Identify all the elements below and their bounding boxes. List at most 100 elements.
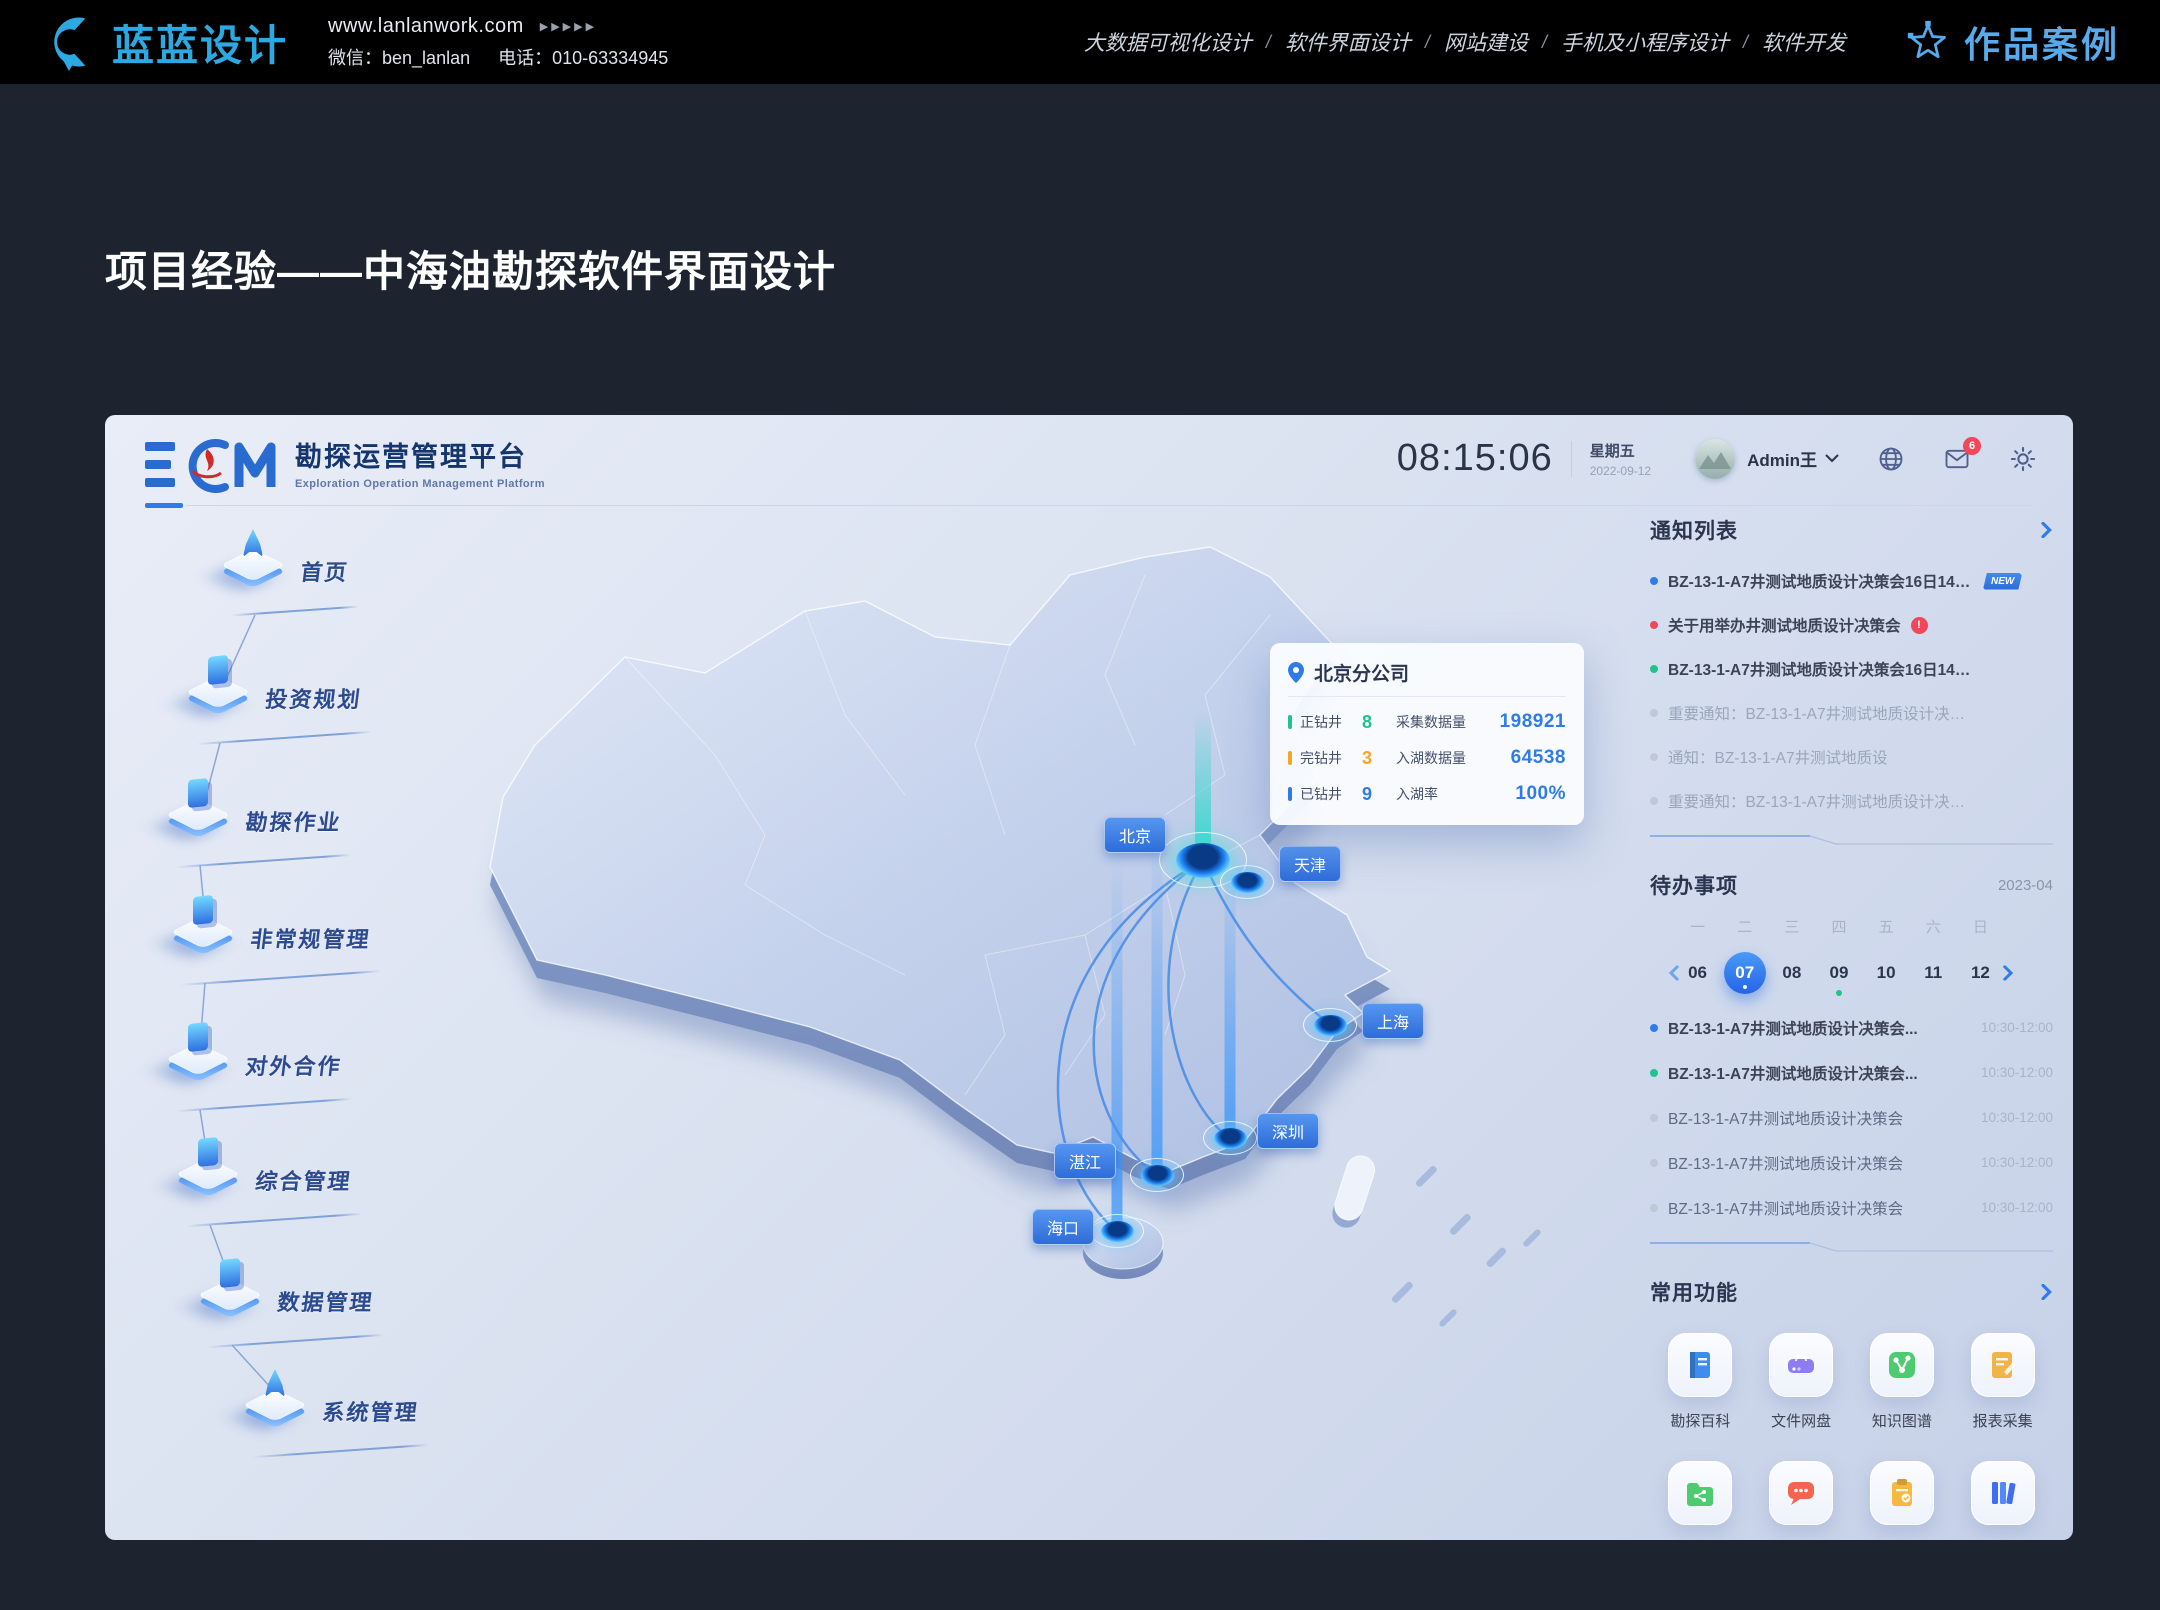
location-pin-icon xyxy=(1288,662,1304,683)
todo-dot xyxy=(1650,1114,1658,1122)
calendar-day[interactable]: 12 xyxy=(1957,951,2004,995)
chevron-right-icon[interactable] xyxy=(2041,1284,2053,1300)
todo-item[interactable]: BZ-13-1-A7井测试地质设计决策会... 10:30-12:00 xyxy=(1650,1005,2053,1050)
map-marker-tianjin[interactable] xyxy=(1220,865,1274,899)
sidebar-item-exploration-operations[interactable]: 勘探作业 xyxy=(155,783,341,849)
sidebar-item-unconventional-mgmt[interactable]: 非常规管理 xyxy=(160,900,370,966)
todo-item[interactable]: BZ-13-1-A7井测试地质设计决策会... 10:30-12:00 xyxy=(1650,1050,2053,1095)
function-case-library[interactable]: 案例库 xyxy=(1852,1461,1953,1540)
ecm-logo-icon xyxy=(145,435,277,495)
city-label-tianjin[interactable]: 天津 xyxy=(1279,846,1341,882)
notification-dot xyxy=(1650,577,1658,585)
todo-dot xyxy=(1650,1159,1658,1167)
calendar-day[interactable]: 10 xyxy=(1863,951,1910,995)
function-instant-messaging[interactable]: 即时通讯 xyxy=(1751,1461,1852,1540)
function-report-collection[interactable]: 报表采集 xyxy=(1952,1333,2053,1431)
site-header: 蓝蓝设计 www.lanlanwork.com ▶▶▶▶▶ 微信：ben_lan… xyxy=(0,0,2160,84)
sidebar-item-system-mgmt[interactable]: 系统管理 xyxy=(232,1373,418,1439)
notification-item[interactable]: BZ-13-1-A7井测试地质设计决策会16日14点开始 NEW xyxy=(1650,559,2053,603)
chevron-right-icon[interactable] xyxy=(2041,522,2053,538)
notification-dot xyxy=(1650,753,1658,761)
drive-icon xyxy=(1784,1348,1818,1382)
globe-icon[interactable] xyxy=(1877,445,1905,473)
beijing-branch-popup: 北京分公司 正钻井 8 采集数据量 198921 完钻井 3 入湖数据量 645… xyxy=(1270,643,1584,825)
sidebar-item-home[interactable]: 首页 xyxy=(210,533,348,599)
alert-icon: ! xyxy=(1911,617,1928,634)
function-file-drive[interactable]: 文件网盘 xyxy=(1751,1333,1852,1431)
date-label: 2022-09-12 xyxy=(1590,464,1651,478)
calendar-day[interactable]: 09 xyxy=(1815,951,1862,995)
todos-title: 待办事项 xyxy=(1650,870,1738,900)
city-label-shenzhen[interactable]: 深圳 xyxy=(1257,1113,1319,1149)
zhanjiang-beam xyxy=(1152,845,1163,1175)
section-divider xyxy=(1650,831,2053,849)
sidebar-item-investment-planning[interactable]: 投资规划 xyxy=(175,660,361,726)
gear-icon[interactable] xyxy=(2009,445,2037,473)
notification-item[interactable]: BZ-13-1-A7井测试地质设计决策会16日14点开始！ xyxy=(1650,647,2053,691)
map-marker-zhanjiang[interactable] xyxy=(1130,1158,1184,1192)
nav-item-mobile[interactable]: 手机及小程序设计 xyxy=(1561,27,1729,57)
nav-item-website[interactable]: 网站建设 xyxy=(1444,27,1528,57)
sidebar-item-external-cooperation[interactable]: 对外合作 xyxy=(155,1027,341,1093)
todo-item[interactable]: BZ-13-1-A7井测试地质设计决策会 10:30-12:00 xyxy=(1650,1185,2053,1230)
calendar-date-row: 06 07 08 09 10 11 12 xyxy=(1674,951,2004,995)
portfolio-label: 作品案例 xyxy=(1964,16,2120,68)
todo-dot xyxy=(1650,1024,1658,1032)
calendar-next-icon[interactable] xyxy=(2003,966,2014,981)
city-label-shanghai[interactable]: 上海 xyxy=(1362,1003,1424,1039)
brand-name: 蓝蓝设计 xyxy=(112,12,288,73)
notification-item[interactable]: 重要通知：BZ-13-1-A7井测试地质设计决策会16日14... xyxy=(1650,691,2053,735)
city-label-haikou[interactable]: 海口 xyxy=(1032,1209,1094,1245)
graph-icon xyxy=(1885,1348,1919,1382)
clock: 08:15:06 xyxy=(1397,437,1553,480)
map-marker-shanghai[interactable] xyxy=(1303,1008,1357,1042)
app-screenshot: 北京 天津 上海 深圳 湛江 海口 勘探运营管理平台 Exploration O… xyxy=(105,415,2073,1540)
app-header: 勘探运营管理平台 Exploration Operation Managemen… xyxy=(145,435,545,495)
platform-icon xyxy=(165,1142,251,1208)
divider xyxy=(1571,441,1572,477)
mail-icon[interactable]: 6 xyxy=(1943,445,1971,473)
header-divider xyxy=(187,505,2033,506)
notification-dot xyxy=(1650,665,1658,673)
site-url[interactable]: www.lanlanwork.com xyxy=(328,15,524,38)
page: 蓝蓝设计 www.lanlanwork.com ▶▶▶▶▶ 微信：ben_lan… xyxy=(0,0,2160,1610)
map-marker-haikou[interactable] xyxy=(1090,1214,1144,1248)
notification-list: BZ-13-1-A7井测试地质设计决策会16日14点开始 NEW 关于用举办井测… xyxy=(1650,559,2053,823)
calendar-day-selected[interactable]: 07 xyxy=(1721,951,1768,995)
nav-item-dev[interactable]: 软件开发 xyxy=(1762,27,1846,57)
todo-item[interactable]: BZ-13-1-A7井测试地质设计决策会 10:30-12:00 xyxy=(1650,1140,2053,1185)
nav-item-bigdata[interactable]: 大数据可视化设计 xyxy=(1084,27,1252,57)
notification-item[interactable]: 重要通知：BZ-13-1-A7井测试地质设计决策会16日14... xyxy=(1650,779,2053,823)
sidebar-item-data-mgmt[interactable]: 数据管理 xyxy=(187,1263,373,1329)
function-exploration-wiki[interactable]: 勘探百科 xyxy=(1650,1333,1751,1431)
platform-title: 勘探运营管理平台 xyxy=(295,435,545,474)
chat-icon xyxy=(1784,1476,1818,1510)
city-label-zhanjiang[interactable]: 湛江 xyxy=(1054,1143,1116,1179)
function-knowledge-base[interactable]: 知识库 xyxy=(1952,1461,2053,1540)
shenzhen-beam xyxy=(1225,868,1236,1138)
brand[interactable]: 蓝蓝设计 xyxy=(40,12,288,73)
map-marker-shenzhen[interactable] xyxy=(1203,1121,1257,1155)
avatar[interactable] xyxy=(1695,439,1735,479)
notification-item[interactable]: 通知：BZ-13-1-A7井测试地质设 xyxy=(1650,735,2053,779)
sidebar-item-comprehensive-mgmt[interactable]: 综合管理 xyxy=(165,1142,351,1208)
function-knowledge-graph[interactable]: 知识图谱 xyxy=(1852,1333,1953,1431)
contact-block: www.lanlanwork.com ▶▶▶▶▶ 微信：ben_lanlan 电… xyxy=(328,15,668,70)
popup-title: 北京分公司 xyxy=(1314,659,1409,686)
platform-title-en: Exploration Operation Management Platfor… xyxy=(295,478,545,490)
calendar: 一二三四五六日 06 07 08 09 10 11 12 xyxy=(1650,916,2053,995)
city-label-beijing[interactable]: 北京 xyxy=(1104,817,1166,853)
calendar-day[interactable]: 11 xyxy=(1910,951,1957,995)
calendar-day[interactable]: 06 xyxy=(1674,951,1721,995)
chevron-down-icon[interactable] xyxy=(1825,454,1839,463)
function-info-sharing[interactable]: 信息共享 xyxy=(1650,1461,1751,1540)
calendar-day[interactable]: 08 xyxy=(1768,951,1815,995)
portfolio-link[interactable]: 作品案例 xyxy=(1906,16,2120,68)
page-title: 项目经验——中海油勘探软件界面设计 xyxy=(105,238,836,299)
notification-item[interactable]: 关于用举办井测试地质设计决策会 ! xyxy=(1650,603,2053,647)
mail-badge: 6 xyxy=(1963,437,1981,455)
username[interactable]: Admin王 xyxy=(1747,446,1817,471)
todo-item[interactable]: BZ-13-1-A7井测试地质设计决策会 10:30-12:00 xyxy=(1650,1095,2053,1140)
new-badge: NEW xyxy=(1983,573,2022,590)
nav-item-software-ui[interactable]: 软件界面设计 xyxy=(1285,27,1411,57)
